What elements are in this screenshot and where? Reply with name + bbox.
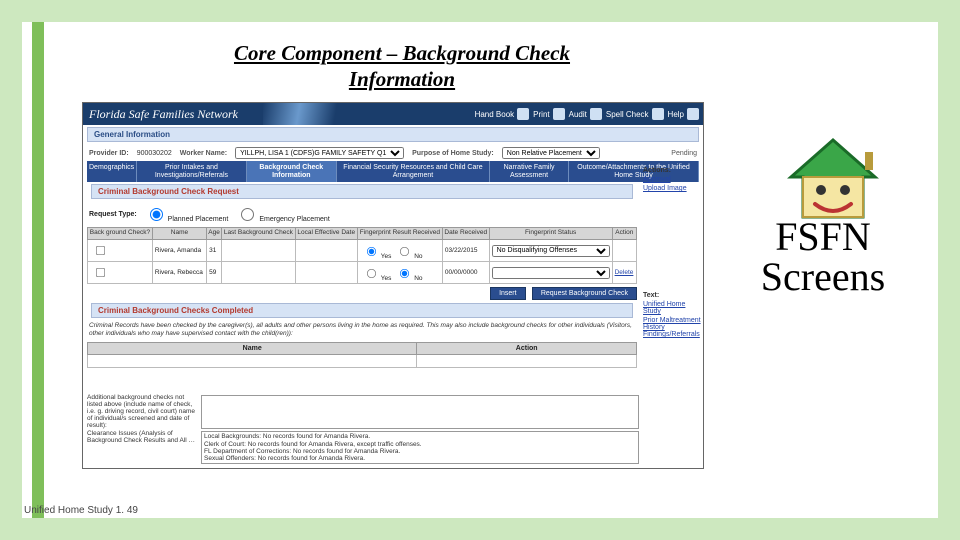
col-action: Action: [417, 342, 637, 354]
spellcheck-icon: [652, 108, 664, 120]
general-info-header: General Information: [87, 127, 699, 142]
spellcheck-button[interactable]: Spell Check: [606, 108, 664, 120]
col-date-received: Date Received: [442, 228, 489, 240]
tab-financial[interactable]: Financial Security Resources and Child C…: [337, 161, 490, 182]
fp-result-radios[interactable]: Yes No: [357, 262, 442, 284]
handbook-button[interactable]: Hand Book: [475, 108, 530, 120]
print-icon: [553, 108, 565, 120]
row-age: 59: [207, 262, 222, 284]
text-header: Text:: [643, 292, 701, 299]
prior-maltreatment-link[interactable]: Prior Maltreatment History Findings/Refe…: [643, 317, 701, 338]
fp-result-radios[interactable]: Yes No: [357, 240, 442, 262]
titlebar-actions: Hand Book Print Audit Spell Check Help: [475, 108, 703, 120]
slide-frame: Core Component – Background Check Inform…: [0, 0, 960, 540]
col-bg-check: Back ground Check?: [88, 228, 153, 240]
tab-demographics[interactable]: Demographics: [87, 161, 137, 182]
col-last-check: Last Background Check: [222, 228, 296, 240]
help-icon: [687, 108, 699, 120]
bottom-area: Additional background checks not listed …: [87, 393, 639, 464]
help-button[interactable]: Help: [668, 108, 699, 120]
emergency-placement-option[interactable]: Emergency Placement: [236, 205, 329, 223]
delete-link[interactable]: Delete: [615, 269, 634, 276]
slide-title: Core Component – Background Check Inform…: [192, 40, 612, 93]
approval-link[interactable]: Approval: [643, 176, 701, 183]
tab-bar: Demographics Prior Intakes and Investiga…: [87, 161, 699, 182]
app-panel: Florida Safe Families Network Hand Book …: [82, 102, 704, 469]
side-label: FSFN Screens: [708, 217, 938, 297]
criminal-request-header: Criminal Background Check Request: [91, 184, 633, 199]
bgcheck-checkbox[interactable]: [96, 246, 105, 255]
actions-header: Actions:: [643, 167, 701, 174]
actions-sidebar: Actions: Approval Upload Image Text: Uni…: [643, 167, 701, 338]
col-local-date: Local Effective Date: [295, 228, 357, 240]
clearance-issues-label: Clearance Issues (Analysis of Background…: [87, 431, 197, 464]
tab-prior-intakes[interactable]: Prior Intakes and Investigations/Referra…: [137, 161, 247, 182]
row-name: Rivera, Rebecca: [152, 262, 206, 284]
provider-row: Provider ID: 900030202 Worker Name: YILL…: [83, 144, 703, 159]
clearance-issues-textarea[interactable]: Local Backgrounds: No records found for …: [201, 431, 639, 464]
col-action: Action: [612, 228, 636, 240]
titlebar-swoosh: [263, 103, 383, 125]
tab-narrative[interactable]: Narrative Family Assessment: [490, 161, 569, 182]
worker-name-label: Worker Name:: [180, 150, 227, 157]
bgcheck-checkbox[interactable]: [96, 268, 105, 277]
upload-image-link[interactable]: Upload Image: [643, 185, 701, 192]
additional-checks-label: Additional background checks not listed …: [87, 395, 197, 429]
col-name: Name: [152, 228, 206, 240]
app-titlebar: Florida Safe Families Network Hand Book …: [83, 103, 703, 125]
status-value: Pending: [671, 150, 697, 157]
app-brand: Florida Safe Families Network: [89, 107, 238, 122]
criminal-completed-note: Criminal Records have been checked by th…: [87, 320, 637, 342]
unified-home-study-link[interactable]: Unified Home Study: [643, 301, 701, 315]
col-fp-status: Fingerprint Status: [489, 228, 612, 240]
tab-background-check[interactable]: Background Check Information: [247, 161, 337, 182]
table-row: Rivera, Amanda 31 Yes No 03/22/2015 No D…: [88, 240, 637, 262]
col-fp-result: Fingerprint Result Received: [357, 228, 442, 240]
row-date: 03/22/2015: [442, 240, 489, 262]
worker-name-select[interactable]: YILLPH, LISA 1 (CDFS)G FAMILY SAFETY Q1: [235, 147, 404, 159]
audit-button[interactable]: Audit: [569, 108, 602, 120]
request-button-row: Insert Request Background Check: [87, 287, 637, 300]
main-area: Criminal Background Check Request Reques…: [83, 184, 641, 367]
table-row: [88, 354, 637, 367]
purpose-label: Purpose of Home Study:: [412, 150, 494, 157]
footer-left: Unified Home Study 1. 49: [24, 505, 138, 516]
row-name: Rivera, Amanda: [152, 240, 206, 262]
additional-checks-textarea[interactable]: [201, 395, 639, 429]
provider-id-value: 900030202: [137, 150, 172, 157]
fp-status-select[interactable]: No Disqualifying Offenses: [492, 245, 610, 257]
request-type-row: Request Type: Planned Placement Emergenc…: [87, 201, 637, 227]
row-date: 00/00/0000: [442, 262, 489, 284]
criminal-request-table: Back ground Check? Name Age Last Backgro…: [87, 227, 637, 284]
request-bg-check-button[interactable]: Request Background Check: [532, 287, 637, 300]
criminal-completed-header: Criminal Background Checks Completed: [91, 303, 633, 318]
accent-rule: [32, 22, 44, 518]
request-type-label: Request Type:: [89, 211, 137, 218]
audit-icon: [590, 108, 602, 120]
purpose-select[interactable]: Non Relative Placement: [502, 147, 600, 159]
table-row: Rivera, Rebecca 59 Yes No 00/00/0000 Del…: [88, 262, 637, 284]
insert-button[interactable]: Insert: [490, 287, 526, 300]
handbook-icon: [517, 108, 529, 120]
row-age: 31: [207, 240, 222, 262]
col-age: Age: [207, 228, 222, 240]
col-name: Name: [88, 342, 417, 354]
print-button[interactable]: Print: [533, 108, 564, 120]
fp-status-select[interactable]: [492, 267, 610, 279]
planned-placement-option[interactable]: Planned Placement: [145, 205, 229, 223]
provider-id-label: Provider ID:: [89, 150, 129, 157]
criminal-completed-table: Name Action: [87, 342, 637, 368]
